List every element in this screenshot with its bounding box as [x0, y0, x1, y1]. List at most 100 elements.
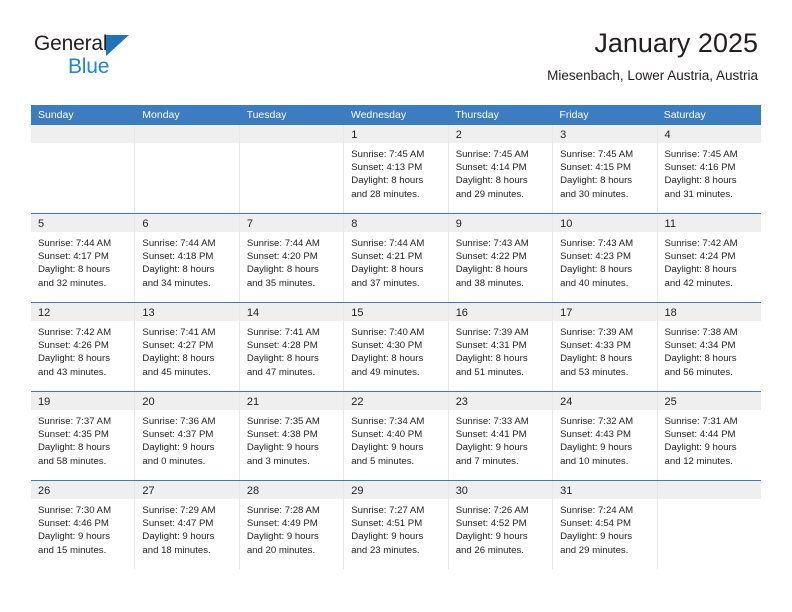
sunset-text: Sunset: 4:14 PM	[455, 162, 527, 174]
day-cell[interactable]: 21 Sunrise: 7:35 AM Sunset: 4:38 PM Dayl…	[238, 392, 344, 480]
daylight-text-line2: and 5 minutes.	[351, 455, 415, 467]
day-cell[interactable]: 1 Sunrise: 7:45 AM Sunset: 4:13 PM Dayli…	[343, 125, 448, 213]
daylight-text-line1: Daylight: 8 hours	[142, 353, 215, 365]
day-number: 30	[455, 485, 468, 497]
generalblue-logo[interactable]: General Blue	[34, 32, 194, 88]
day-cell[interactable]: 24 Sunrise: 7:32 AM Sunset: 4:43 PM Dayl…	[552, 392, 657, 480]
daylight-text-line1: Daylight: 8 hours	[351, 264, 424, 276]
day-cell[interactable]: 8 Sunrise: 7:44 AM Sunset: 4:21 PM Dayli…	[343, 214, 448, 302]
day-cell[interactable]: 10 Sunrise: 7:43 AM Sunset: 4:23 PM Dayl…	[552, 214, 657, 302]
day-number-band: 7	[239, 214, 344, 232]
daylight-text-line1: Daylight: 8 hours	[664, 353, 737, 365]
day-details: Sunrise: 7:26 AM Sunset: 4:52 PM Dayligh…	[449, 499, 552, 557]
sunset-text: Sunset: 4:27 PM	[142, 340, 214, 352]
day-cell[interactable]: 13 Sunrise: 7:41 AM Sunset: 4:27 PM Dayl…	[134, 303, 239, 391]
daylight-text-line2: and 42 minutes.	[664, 277, 733, 289]
day-cell[interactable]: 18 Sunrise: 7:38 AM Sunset: 4:34 PM Dayl…	[656, 303, 761, 391]
day-cell[interactable]: 3 Sunrise: 7:45 AM Sunset: 4:15 PM Dayli…	[552, 125, 657, 213]
day-number: 24	[560, 396, 573, 408]
day-cell[interactable]: 2 Sunrise: 7:45 AM Sunset: 4:14 PM Dayli…	[447, 125, 553, 213]
day-cell[interactable]: 4 Sunrise: 7:45 AM Sunset: 4:16 PM Dayli…	[656, 125, 761, 213]
sunrise-text: Sunrise: 7:45 AM	[455, 149, 529, 160]
day-cell[interactable]	[238, 125, 344, 213]
day-number-band: 17	[553, 303, 657, 321]
day-number-band	[31, 125, 135, 143]
daylight-text-line2: and 32 minutes.	[38, 277, 107, 289]
sunset-text: Sunset: 4:40 PM	[351, 429, 423, 441]
day-details: Sunrise: 7:29 AM Sunset: 4:47 PM Dayligh…	[135, 499, 238, 557]
day-cell[interactable]: 9 Sunrise: 7:43 AM Sunset: 4:22 PM Dayli…	[447, 214, 553, 302]
sunset-text: Sunset: 4:34 PM	[664, 340, 736, 352]
daylight-text-line1: Daylight: 8 hours	[560, 353, 633, 365]
sunset-text: Sunset: 4:35 PM	[38, 429, 109, 441]
daylight-text-line2: and 15 minutes.	[38, 544, 107, 556]
day-number-band	[239, 125, 344, 143]
day-cell[interactable]	[134, 125, 239, 213]
sunrise-text: Sunrise: 7:31 AM	[664, 416, 738, 427]
day-number-band: 13	[135, 303, 239, 321]
daylight-text-line2: and 45 minutes.	[142, 366, 211, 378]
daylight-text-line1: Daylight: 9 hours	[246, 442, 319, 454]
day-cell[interactable]: 29 Sunrise: 7:27 AM Sunset: 4:51 PM Dayl…	[343, 481, 448, 569]
day-cell[interactable]: 14 Sunrise: 7:41 AM Sunset: 4:28 PM Dayl…	[238, 303, 344, 391]
sunset-text: Sunset: 4:52 PM	[455, 518, 527, 530]
day-number-band	[657, 481, 761, 499]
day-cell[interactable]: 17 Sunrise: 7:39 AM Sunset: 4:33 PM Dayl…	[552, 303, 657, 391]
sunrise-text: Sunrise: 7:45 AM	[664, 149, 738, 160]
sunset-text: Sunset: 4:49 PM	[246, 518, 318, 530]
day-cell[interactable]: 5 Sunrise: 7:44 AM Sunset: 4:17 PM Dayli…	[31, 214, 135, 302]
day-number-band: 14	[239, 303, 344, 321]
day-cell[interactable]: 25 Sunrise: 7:31 AM Sunset: 4:44 PM Dayl…	[656, 392, 761, 480]
day-number-band: 10	[553, 214, 657, 232]
day-cell[interactable]: 20 Sunrise: 7:36 AM Sunset: 4:37 PM Dayl…	[134, 392, 239, 480]
day-cell[interactable]: 23 Sunrise: 7:33 AM Sunset: 4:41 PM Dayl…	[447, 392, 553, 480]
day-details	[658, 499, 761, 504]
day-cell[interactable]: 31 Sunrise: 7:24 AM Sunset: 4:54 PM Dayl…	[552, 481, 657, 569]
day-cell[interactable]: 7 Sunrise: 7:44 AM Sunset: 4:20 PM Dayli…	[238, 214, 344, 302]
day-cell[interactable]: 16 Sunrise: 7:39 AM Sunset: 4:31 PM Dayl…	[447, 303, 553, 391]
sunrise-text: Sunrise: 7:35 AM	[246, 416, 320, 427]
daylight-text-line1: Daylight: 8 hours	[246, 353, 319, 365]
day-cell[interactable]: 27 Sunrise: 7:29 AM Sunset: 4:47 PM Dayl…	[134, 481, 239, 569]
day-cell[interactable]: 19 Sunrise: 7:37 AM Sunset: 4:35 PM Dayl…	[31, 392, 135, 480]
day-cell[interactable]: 15 Sunrise: 7:40 AM Sunset: 4:30 PM Dayl…	[343, 303, 448, 391]
day-details: Sunrise: 7:44 AM Sunset: 4:20 PM Dayligh…	[240, 232, 343, 290]
day-number-band: 12	[31, 303, 135, 321]
day-cell[interactable]: 6 Sunrise: 7:44 AM Sunset: 4:18 PM Dayli…	[134, 214, 239, 302]
day-number-band: 22	[344, 392, 448, 410]
day-cell[interactable]: 26 Sunrise: 7:30 AM Sunset: 4:46 PM Dayl…	[31, 481, 135, 569]
day-details: Sunrise: 7:38 AM Sunset: 4:34 PM Dayligh…	[658, 321, 761, 379]
day-number: 22	[351, 396, 364, 408]
daylight-text-line2: and 35 minutes.	[246, 277, 316, 289]
day-cell[interactable]: 30 Sunrise: 7:26 AM Sunset: 4:52 PM Dayl…	[447, 481, 553, 569]
sunrise-text: Sunrise: 7:39 AM	[560, 327, 634, 338]
day-cell[interactable]: 22 Sunrise: 7:34 AM Sunset: 4:40 PM Dayl…	[343, 392, 448, 480]
daylight-text-line2: and 0 minutes.	[142, 455, 206, 467]
day-cell[interactable]	[656, 481, 761, 569]
day-details: Sunrise: 7:24 AM Sunset: 4:54 PM Dayligh…	[553, 499, 656, 557]
day-number: 28	[246, 485, 260, 497]
daylight-text-line1: Daylight: 8 hours	[351, 353, 424, 365]
daylight-text-line2: and 56 minutes.	[664, 366, 733, 378]
day-number: 6	[142, 218, 149, 230]
day-number-band: 29	[344, 481, 448, 499]
day-number: 10	[560, 218, 573, 230]
daylight-text-line1: Daylight: 8 hours	[38, 353, 110, 365]
daylight-text-line2: and 47 minutes.	[246, 366, 316, 378]
day-cell[interactable]: 12 Sunrise: 7:42 AM Sunset: 4:26 PM Dayl…	[31, 303, 135, 391]
sunset-text: Sunset: 4:15 PM	[560, 162, 632, 174]
day-number-band: 26	[31, 481, 135, 499]
day-cell[interactable]: 11 Sunrise: 7:42 AM Sunset: 4:24 PM Dayl…	[656, 214, 761, 302]
day-cell[interactable]: 28 Sunrise: 7:28 AM Sunset: 4:49 PM Dayl…	[238, 481, 344, 569]
sunrise-text: Sunrise: 7:34 AM	[351, 416, 425, 427]
calendar-grid: Sunday Monday Tuesday Wednesday Thursday…	[31, 105, 761, 569]
day-number: 15	[351, 307, 364, 319]
day-details: Sunrise: 7:41 AM Sunset: 4:28 PM Dayligh…	[240, 321, 343, 379]
daylight-text-line2: and 23 minutes.	[351, 544, 420, 556]
day-details: Sunrise: 7:34 AM Sunset: 4:40 PM Dayligh…	[344, 410, 447, 468]
sunrise-text: Sunrise: 7:28 AM	[246, 505, 320, 516]
day-number: 29	[351, 485, 364, 497]
daylight-text-line2: and 49 minutes.	[351, 366, 420, 378]
day-cell[interactable]	[31, 125, 135, 213]
daylight-text-line1: Daylight: 8 hours	[38, 442, 110, 454]
